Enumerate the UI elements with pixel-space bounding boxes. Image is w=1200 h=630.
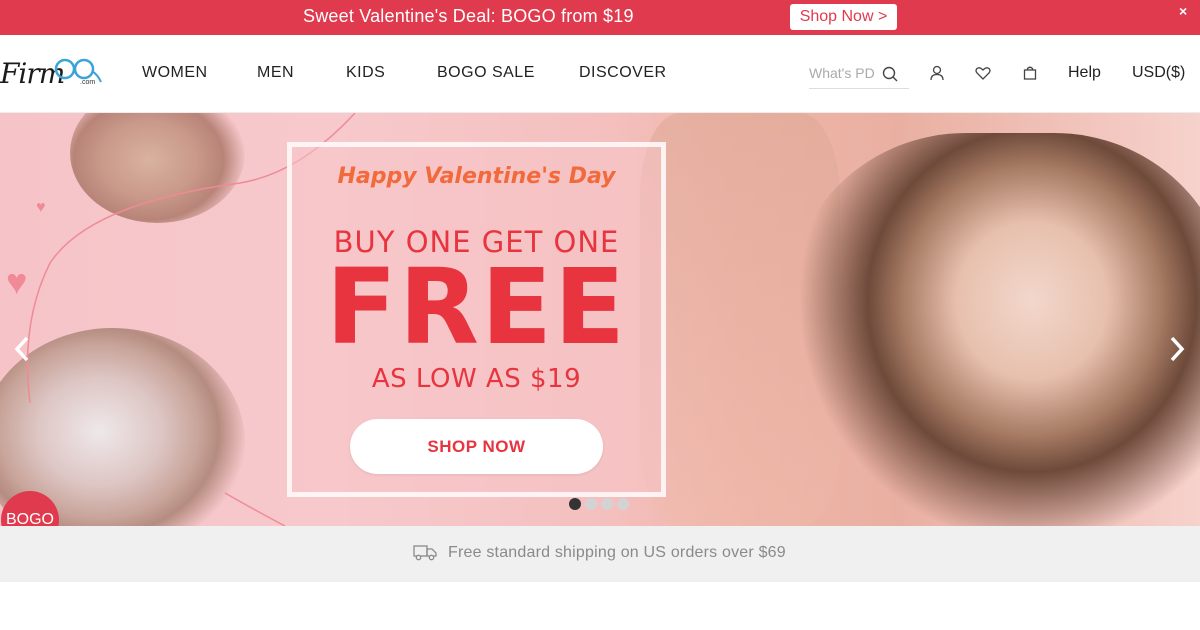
wishlist-heart-icon[interactable] [974, 64, 992, 82]
heart-icon: ♥ [6, 261, 28, 302]
search-box [809, 58, 909, 89]
search-input[interactable] [809, 64, 879, 82]
account-icon[interactable] [928, 64, 946, 82]
carousel-dot[interactable] [601, 498, 613, 510]
logo[interactable]: Firm .com [0, 55, 104, 95]
hero-banner[interactable]: ♥ ♥ Happy Valentine's Day BUY ONE GET ON… [0, 113, 1200, 526]
heart-icon: ♥ [36, 199, 46, 216]
promo-text: Sweet Valentine's Deal: BOGO from $19 [303, 6, 634, 26]
offer-tagline: Happy Valentine's Day [337, 164, 616, 189]
carousel-prev-icon[interactable] [10, 333, 34, 365]
carousel-next-icon[interactable] [1165, 333, 1189, 365]
shipping-text: Free standard shipping on US orders over… [448, 544, 786, 561]
logo-suffix: .com [80, 79, 96, 86]
help-link[interactable]: Help [1068, 64, 1101, 82]
nav-discover[interactable]: DISCOVER [579, 64, 667, 82]
offer-price: AS LOW AS $19 [371, 364, 582, 394]
search-icon[interactable] [881, 65, 899, 83]
nav-kids[interactable]: KIDS [346, 64, 385, 82]
hero-shop-now-button[interactable]: SHOP NOW [350, 419, 603, 474]
shopping-bag-icon[interactable] [1021, 64, 1039, 82]
shipping-banner: Free standard shipping on US orders over… [0, 526, 1200, 582]
nav-bogo-sale[interactable]: BOGO SALE [437, 64, 535, 82]
logo-oo-mark [54, 58, 102, 83]
nav-men[interactable]: MEN [257, 64, 294, 82]
promo-shop-now-button[interactable]: Shop Now > [790, 4, 897, 30]
currency-selector[interactable]: USD($) [1132, 64, 1185, 82]
promo-close-icon[interactable]: × [1179, 3, 1187, 19]
nav-women[interactable]: WOMEN [142, 64, 208, 82]
offer-free: FREE [325, 246, 628, 368]
promo-bar: Sweet Valentine's Deal: BOGO from $19 Sh… [0, 0, 1200, 35]
carousel-dot[interactable] [569, 498, 581, 510]
offer-card: Happy Valentine's Day BUY ONE GET ONE FR… [287, 142, 666, 497]
site-header: Firm .com WOMEN MEN KIDS BOGO SALE DISCO… [0, 35, 1200, 113]
carousel-dot[interactable] [585, 498, 597, 510]
hero-photo-woman [790, 133, 1200, 526]
truck-icon [413, 545, 437, 561]
carousel-dot[interactable] [617, 498, 629, 510]
